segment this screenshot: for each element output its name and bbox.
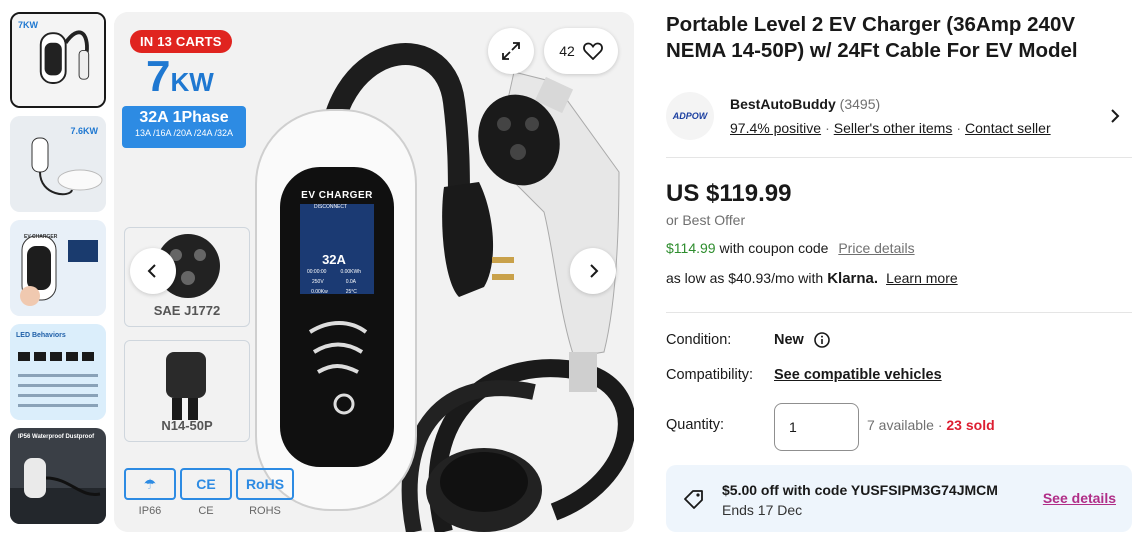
- screen-time: 00:00:00: [306, 269, 327, 275]
- feedback-count: (3495): [839, 96, 881, 112]
- ce-mark: CE: [180, 468, 232, 500]
- cert-ce: CE CE: [180, 468, 232, 517]
- condition-value-wrap: New: [774, 332, 830, 348]
- info-icon[interactable]: [814, 332, 830, 348]
- plug-card: N14-50P: [124, 340, 250, 442]
- promo-ends: Ends 17 Dec: [722, 502, 803, 518]
- thumbnail-4-label: LED Behaviors: [16, 332, 66, 339]
- next-image-button[interactable]: [570, 248, 616, 294]
- heart-icon: [582, 42, 603, 60]
- product-title: Portable Level 2 EV Charger (36Amp 240V …: [666, 13, 1078, 62]
- divider: [666, 312, 1132, 313]
- contact-seller-link[interactable]: Contact seller: [965, 120, 1051, 136]
- screen-power: 0.00Kw: [311, 289, 328, 295]
- positive-feedback-link[interactable]: 97.4% positive: [730, 120, 821, 136]
- power-rating: 7KW: [146, 52, 214, 102]
- seller-chevron-icon[interactable]: [1110, 108, 1120, 124]
- screen-current: 0.0A: [345, 279, 356, 285]
- chevron-right-icon: [590, 264, 599, 278]
- thumbnail-1[interactable]: 7KW: [10, 12, 106, 108]
- compatibility-label: Compatibility:: [666, 367, 754, 383]
- klarna-prefix: as low as $40.93/mo with: [666, 270, 824, 286]
- seller-logo[interactable]: ADPOW: [666, 92, 714, 140]
- chevron-left-icon: [147, 264, 156, 278]
- screen-row-3: 0.00Kw 25°C: [186, 289, 482, 295]
- cert-caption: IP66: [138, 505, 162, 517]
- expand-button[interactable]: [488, 28, 534, 74]
- separator: ·: [956, 120, 962, 136]
- thumbnail-5-image: [10, 428, 106, 524]
- thumbnail-5[interactable]: IP56 Waterproof Dustproof: [10, 428, 106, 524]
- promo-title: $5.00 off with code YUSFSIPM3G74JMCM: [722, 482, 998, 498]
- klarna-logo: Klarna.: [827, 270, 879, 287]
- power-value: 7: [146, 52, 171, 101]
- phase-options: 13A /16A /20A /24A /32A: [134, 128, 234, 138]
- thumbnail-2[interactable]: 7.6KW: [10, 116, 106, 212]
- phase-title: 32A 1Phase: [139, 109, 229, 126]
- available-count: 7 available: [867, 417, 934, 433]
- coupon-promo-banner: $5.00 off with code YUSFSIPM3G74JMCM End…: [666, 465, 1132, 532]
- umbrella-icon: ☂: [124, 468, 176, 500]
- main-product-image[interactable]: IN 13 CARTS 7KW 32A 1Phase 13A /16A /20A…: [114, 12, 634, 532]
- tag-icon: [684, 490, 703, 509]
- thumbnail-3[interactable]: EV CHARGER: [10, 220, 106, 316]
- other-items-link[interactable]: Seller's other items: [834, 120, 953, 136]
- compatible-vehicles-link[interactable]: See compatible vehicles: [774, 367, 942, 383]
- coupon-line: $114.99 with coupon code Price details: [666, 240, 915, 256]
- product-info: Portable Level 2 EV Charger (36Amp 240V …: [666, 12, 1132, 532]
- quantity-input[interactable]: 1: [774, 403, 859, 451]
- watchlist-button[interactable]: 42: [544, 28, 618, 74]
- klarna-line: as low as $40.93/mo with Klarna. Learn mor…: [666, 270, 958, 287]
- charger-screen: DISCONNECT 32A 00:00:00 0.00KWh 250V 0.0A …: [186, 204, 482, 295]
- see-details-link[interactable]: See details: [1043, 490, 1116, 506]
- connector-label: SAE J1772: [153, 303, 221, 318]
- expand-icon: [502, 42, 520, 60]
- rohs-mark: RoHS: [236, 468, 294, 500]
- condition-label: Condition:: [666, 332, 732, 348]
- coupon-text: with coupon code: [719, 240, 829, 256]
- screen-amps: 32A: [322, 252, 346, 267]
- plug-label: N14-50P: [161, 418, 213, 433]
- seller-name-row: BestAutoBuddy (3495): [730, 96, 880, 112]
- power-unit: KW: [170, 67, 214, 97]
- screen-row-1: 00:00:00 0.00KWh: [186, 269, 482, 275]
- in-carts-badge: IN 13 CARTS: [130, 30, 232, 53]
- charger-header: EV CHARGER: [301, 190, 373, 201]
- thumbnail-4[interactable]: LED Behaviors: [10, 324, 106, 420]
- certification-row: ☂ IP66 CE CE RoHS ROHS: [124, 468, 294, 517]
- availability: 7 available · 23 sold: [867, 417, 995, 433]
- condition-value: New: [774, 332, 804, 348]
- price: US $119.99: [666, 180, 792, 207]
- cert-ip66: ☂ IP66: [124, 468, 176, 517]
- price-details-link[interactable]: Price details: [838, 240, 914, 256]
- thumbnail-strip: 7KW 7.6KW EV CHARGER LED Behaviors IP56 …: [10, 12, 106, 532]
- best-offer-text: or Best Offer: [666, 212, 746, 228]
- thumbnail-3-label: EV CHARGER: [24, 234, 58, 240]
- seller-links: 97.4% positive · Seller's other items · Cont…: [730, 120, 1051, 136]
- seller-card: ADPOW BestAutoBuddy (3495) 97.4% positiv…: [666, 92, 1132, 158]
- cert-caption: CE: [198, 505, 214, 517]
- watch-count: 42: [559, 43, 575, 59]
- screen-temp: 25°C: [345, 289, 357, 295]
- quantity-label: Quantity:: [666, 417, 725, 433]
- screen-energy: 0.00KWh: [340, 269, 362, 275]
- cert-caption: ROHS: [249, 505, 281, 517]
- seller-name[interactable]: BestAutoBuddy: [730, 96, 836, 112]
- coupon-price: $114.99: [666, 240, 716, 256]
- sold-count: 23 sold: [946, 417, 995, 433]
- screen-voltage: 250V: [312, 279, 324, 285]
- phase-box: 32A 1Phase 13A /16A /20A /24A /32A: [122, 106, 246, 148]
- screen-status: DISCONNECT: [314, 204, 348, 210]
- learn-more-link[interactable]: Learn more: [886, 270, 958, 286]
- cert-rohs: RoHS ROHS: [236, 468, 294, 517]
- screen-row-2: 250V 0.0A: [186, 279, 482, 285]
- separator: ·: [825, 120, 830, 136]
- thumbnail-5-label: IP56 Waterproof Dustproof: [18, 434, 95, 440]
- thumbnail-1-label: 7KW: [18, 20, 38, 30]
- previous-image-button[interactable]: [130, 248, 176, 294]
- thumbnail-2-label: 7.6KW: [70, 126, 98, 136]
